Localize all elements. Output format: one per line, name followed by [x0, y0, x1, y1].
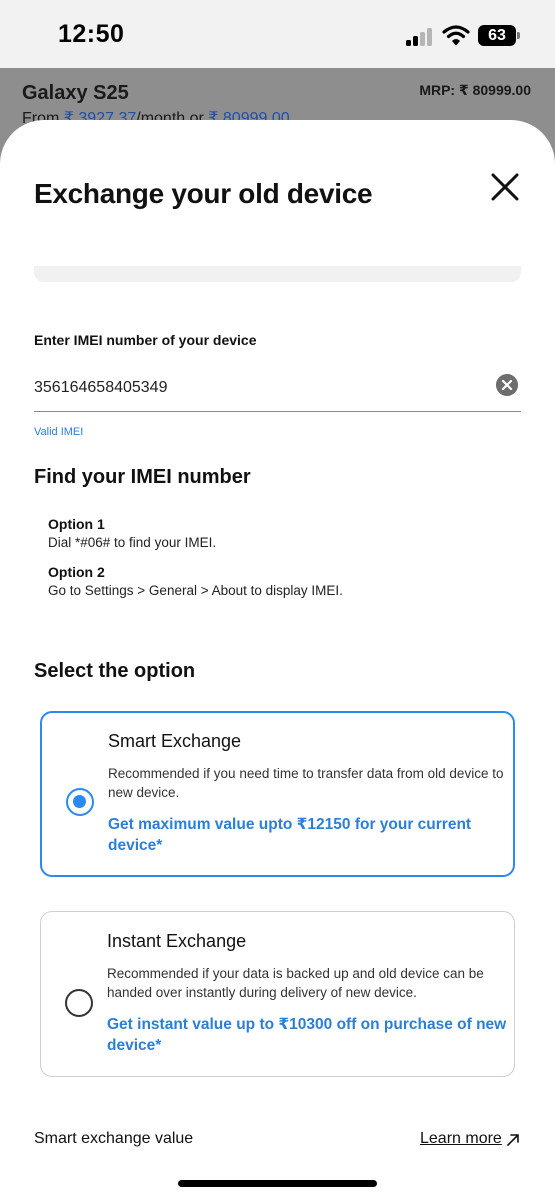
- exchange-sheet: Exchange your old device Enter IMEI numb…: [0, 120, 555, 1200]
- smart-exchange-title: Smart Exchange: [108, 731, 242, 751]
- imei-validation-status: Valid IMEI: [34, 426, 84, 438]
- smart-exchange-radio[interactable]: [66, 788, 94, 816]
- instant-exchange-title: Instant Exchange: [107, 931, 247, 951]
- find-imei-title: Find your IMEI number: [34, 466, 251, 488]
- instant-exchange-card[interactable]: Instant Exchange Recommended if your dat…: [40, 911, 515, 1077]
- smart-exchange-description: Recommended if you need time to transfer…: [108, 766, 504, 800]
- product-name: Galaxy S25: [22, 82, 129, 104]
- imei-label: Enter IMEI number of your device: [34, 332, 257, 348]
- status-bar: 12:50 63: [0, 0, 555, 68]
- smart-exchange-card[interactable]: Smart Exchange Recommended if you need t…: [40, 711, 515, 877]
- product-mrp: MRP: ₹ 80999.00: [419, 82, 531, 98]
- smart-exchange-value-label: Smart exchange value: [34, 1130, 194, 1147]
- instant-exchange-offer: Get instant value up to ₹10300 off on pu…: [107, 1016, 507, 1054]
- instant-exchange-description: Recommended if your data is backed up an…: [107, 966, 484, 1000]
- option-2-heading: Option 2: [48, 564, 105, 580]
- sheet-title: Exchange your old device: [34, 178, 373, 209]
- option-2-text: Go to Settings > General > About to disp…: [48, 583, 343, 598]
- collapsed-section-divider: [34, 266, 521, 282]
- status-time: 12:50: [58, 20, 125, 48]
- home-indicator[interactable]: [178, 1180, 377, 1187]
- instant-exchange-radio[interactable]: [65, 989, 93, 1017]
- wifi-icon: [442, 25, 470, 46]
- imei-input[interactable]: [34, 370, 521, 412]
- smart-exchange-offer: Get maximum value upto ₹12150 for your c…: [108, 816, 472, 854]
- learn-more-link[interactable]: Learn more: [420, 1130, 502, 1148]
- battery-icon: 63: [478, 25, 520, 46]
- option-1-heading: Option 1: [48, 516, 105, 532]
- signal-icon: [406, 28, 434, 46]
- clear-input-icon[interactable]: [496, 374, 518, 396]
- close-icon[interactable]: [488, 170, 522, 204]
- select-option-title: Select the option: [34, 660, 196, 682]
- external-arrow-icon[interactable]: [505, 1132, 521, 1148]
- option-1-text: Dial *#06# to find your IMEI.: [48, 535, 217, 550]
